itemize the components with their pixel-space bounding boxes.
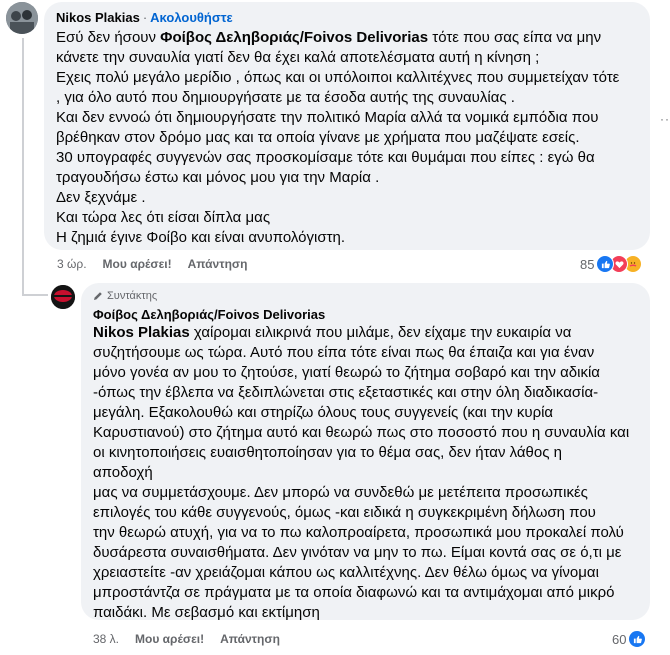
mentioned-page[interactable]: Φοίβος Δεληβοριάς/Foivos Delivorias (160, 29, 428, 46)
comment-line: Και δεν εννοώ ότι δημιουργήσατε την πολι… (56, 109, 599, 126)
comment-line: Δεν ξεχνάμε . (56, 189, 146, 206)
reply-line: χρειαστείτε -αν χρειάζομαι κάπου ως καλλ… (93, 564, 599, 581)
follow-button[interactable]: Ακολουθήστε (150, 10, 233, 25)
reply-line: μπροστάντζα σε πράγματα με τα οποία διαφ… (93, 584, 615, 601)
reply-bubble: Συντάκτης Φοίβος Δεληβοριάς/Foivos Deliv… (81, 283, 650, 623)
reply-line: παιδάκι. Με σεβασμό και εκτίμηση (93, 604, 320, 621)
like-button[interactable]: Μου αρέσει! (135, 632, 204, 646)
reply-line: -όπως την έβλεπα να ξεδιπλώνεται στις εξ… (93, 384, 599, 401)
comment-line: κάνετε την συναυλία γιατί δεν θα έχει κα… (56, 49, 540, 66)
comment-bubble: Nikos Plakias · Ακολουθήστε Εσύ δεν ήσουν … (44, 2, 650, 250)
comment-header: Nikos Plakias · Ακολουθήστε (56, 9, 233, 27)
reaction-summary[interactable]: 60 (612, 630, 647, 648)
comment-line: τραγουδήσω έστω και μόνος μου για την Μα… (56, 169, 380, 186)
comment-line: Εσύ δεν ήσουν Φοίβος Δεληβοριάς/Foivos D… (56, 28, 619, 48)
badge-label: Συντάκτης (107, 290, 158, 302)
reaction-count: 85 (580, 256, 595, 272)
reply-button[interactable]: Απάντηση (220, 632, 280, 646)
comment-timestamp[interactable]: 3 ώρ. (57, 257, 87, 271)
reply-line: Nikos Plakias χαίρομαι ειλικρινά που μιλ… (93, 323, 629, 343)
text-segment: χαίρομαι ειλικρινά που μιλάμε, δεν είχαμ… (189, 324, 572, 341)
reply-text: Nikos Plakias χαίρομαι ειλικρινά που μιλ… (93, 323, 629, 623)
mention-link[interactable]: Nikos Plakias (93, 324, 190, 341)
comment-line: , για όλο αυτό που δημιουργήσατε με τα έ… (56, 89, 515, 106)
comment-line: Και τώρα λες ότι είσαι δίπλα μας (56, 209, 271, 226)
thread-curve (22, 294, 48, 296)
like-button[interactable]: Μου αρέσει! (103, 257, 172, 271)
reply-line: μεγάλη. Εξακολουθώ και στηρίζω όλους του… (93, 404, 554, 421)
reply-line: Καρυστιανού) στο ζήτημα αυτό και θεωρώ π… (93, 424, 630, 441)
reply-line: μόνο γονέα αν μου το ζητούσε, γιατί θεωρ… (93, 364, 600, 381)
text-segment: Εσύ δεν ήσουν (56, 29, 161, 46)
comment-line: Η ζημιά έγινε Φοίβο και είναι ανυπολόγισ… (56, 229, 346, 246)
reply-button[interactable]: Απάντηση (188, 257, 248, 271)
comment-line: Εχεις πολύ μεγάλο μερίδιο , όπως και οι … (56, 69, 620, 86)
comment-line: 30 υπογραφές συγγενών σας προσκομίσαμε τ… (56, 149, 595, 166)
reply-line: μας να συμμετάσχουμε. Δεν μπορώ να συνδε… (93, 484, 588, 501)
reply-line: δυσάρεστα συναισθήματα. Δεν γινόταν να μ… (93, 544, 622, 561)
reply-author[interactable]: Φοίβος Δεληβοριάς/Foivos Delivorias (93, 307, 325, 322)
header-separator: · (142, 10, 148, 25)
reply-line: την θεωρώ ατυχή, για να το πω καλοπροαίρ… (93, 524, 624, 541)
reaction-summary[interactable]: 85 (580, 255, 643, 273)
thread-connector (22, 38, 24, 296)
pencil-icon (94, 292, 102, 300)
reply-header: Φοίβος Δεληβοριάς/Foivos Delivorias (93, 306, 325, 324)
reply-timestamp[interactable]: 38 λ. (93, 632, 119, 646)
text-segment: τότε που σας είπα να μην (428, 29, 602, 46)
comment-author[interactable]: Nikos Plakias (56, 10, 140, 25)
reply-line: επιλογές του κάθε συγγενούς, όμως -και ε… (93, 504, 596, 521)
comment-text: Εσύ δεν ήσουν Φοίβος Δεληβοριάς/Foivos D… (56, 28, 619, 248)
reply-actions: 38 λ. Μου αρέσει! Απάντηση (93, 632, 280, 646)
comment-actions: 3 ώρ. Μου αρέσει! Απάντηση (57, 257, 247, 271)
author-badge: Συντάκτης (93, 290, 157, 302)
more-dots-icon[interactable]: ··· (660, 112, 670, 126)
author-avatar[interactable] (51, 285, 75, 309)
like-icon (628, 630, 647, 648)
reply-line: οι κινητοποιήσεις ευαισθητοποίησαν για τ… (93, 444, 562, 461)
reply-line: συζητήσουμε ως τώρα. Αυτό που είπα τότε … (93, 344, 595, 361)
reply-line: αποδοχή (93, 464, 153, 481)
reaction-count: 60 (612, 631, 627, 647)
commenter-avatar[interactable] (6, 2, 38, 34)
comment-line: βρέθηκαν στον δρόμο μας και τα οποία γίν… (56, 129, 580, 146)
